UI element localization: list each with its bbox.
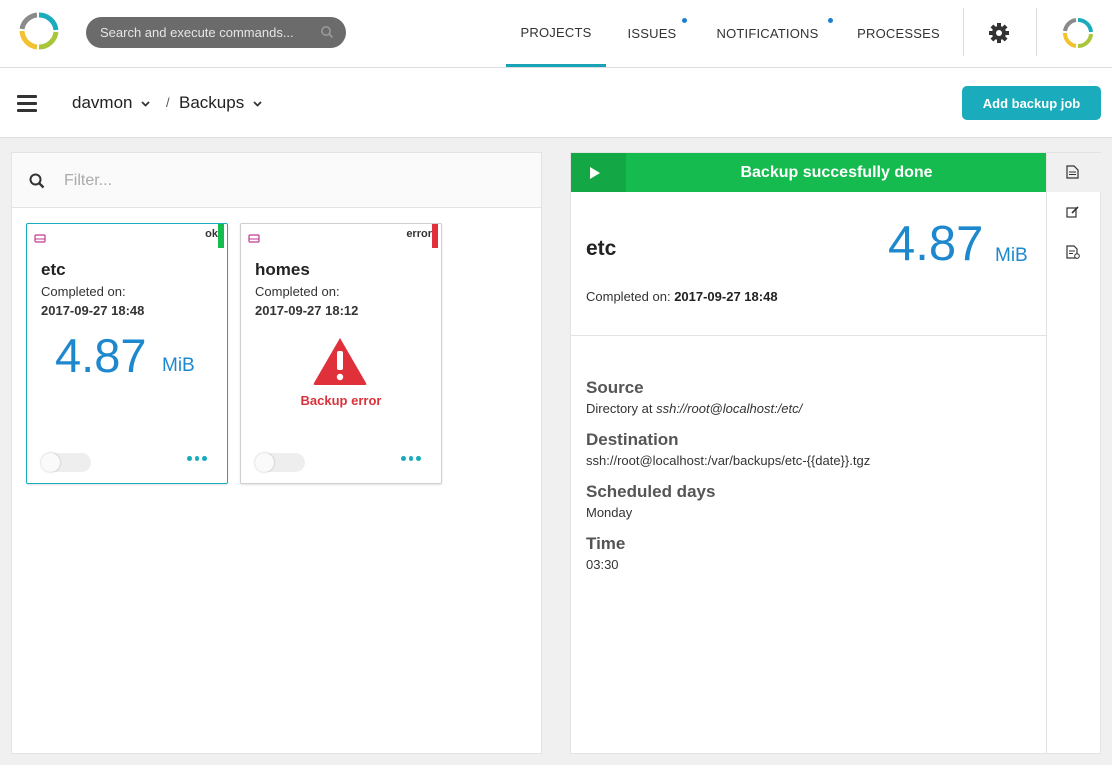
detail-job-name: etc [586,237,617,260]
nav-projects[interactable]: PROJECTS [506,0,606,67]
job-name: etc [41,260,66,279]
detail-completed-label: Completed on: [586,289,671,304]
breadcrumb-section-label: Backups [179,93,245,112]
job-size-value: 4.87 [55,329,147,382]
job-name: homes [255,260,310,279]
detail-completed: Completed on: 2017-09-27 18:48 [586,289,778,304]
edit-tab[interactable] [1047,193,1101,232]
detail-completed-date: 2017-09-27 18:48 [674,289,778,304]
source-prefix: Directory at [586,401,653,416]
destination-value: ssh://root@localhost:/var/backups/etc-{{… [586,453,871,468]
command-search-input[interactable] [100,23,305,42]
job-status-text: ok [205,228,218,240]
warning-icon [313,338,367,385]
job-completed-label: Completed on: [41,284,126,299]
chevron-down-icon [253,100,262,107]
nav-notifications[interactable]: NOTIFICATIONS [706,0,829,67]
breadcrumb-bar: davmon / Backups Add backup job [0,68,1112,138]
job-enabled-toggle[interactable] [255,453,305,472]
breadcrumb-separator: / [166,95,170,110]
job-error-text: Backup error [300,393,382,408]
more-options-icon[interactable] [401,456,422,462]
breadcrumb-project[interactable]: davmon [72,93,151,113]
scheduled-days-label: Scheduled days [586,482,716,501]
hamburger-icon[interactable] [17,95,37,112]
detail-divider [571,335,1046,336]
time-value: 03:30 [586,557,619,572]
app-logo-icon[interactable] [17,11,62,51]
topbar-divider [1036,8,1037,56]
nav-projects-label: PROJECTS [520,24,592,40]
logs-tab[interactable] [1047,233,1101,272]
gear-icon[interactable] [988,22,1010,44]
detail-size-unit: MiB [995,245,1028,266]
nav-processes[interactable]: PROCESSES [852,0,945,67]
log-icon [1066,245,1080,259]
time-label: Time [586,534,626,553]
job-completed-label: Completed on: [255,284,340,299]
breadcrumb-section[interactable]: Backups [179,93,262,113]
job-size-unit: MiB [162,355,195,376]
command-search[interactable] [86,17,346,48]
job-completed-date: 2017-09-27 18:48 [41,303,145,318]
user-avatar-icon[interactable] [1061,17,1095,49]
document-icon [1066,165,1079,179]
search-icon[interactable] [320,25,334,39]
notifications-unread-dot [828,18,833,23]
add-backup-job-button[interactable]: Add backup job [962,86,1101,120]
nav-notifications-label: NOTIFICATIONS [716,26,819,41]
filter-bar [12,153,541,208]
breadcrumb-project-label: davmon [72,93,133,112]
backup-job-card[interactable]: error homes Completed on: 2017-09-27 18:… [240,223,442,484]
destination-label: Destination [586,430,679,449]
nav-issues[interactable]: ISSUES [618,0,686,67]
search-icon [29,173,45,189]
detail-actions-sidebar [1046,153,1101,753]
backup-detail-panel: Backup succesfully done etc 4.87 MiB Com… [570,152,1101,754]
disk-icon [248,234,260,243]
top-bar: PROJECTS ISSUES NOTIFICATIONS PROCESSES [0,0,1112,68]
source-value: Directory at ssh://root@localhost:/etc/ [586,401,802,416]
job-status-indicator [218,224,224,248]
nav-processes-label: PROCESSES [857,26,940,41]
topbar-divider [963,8,964,56]
source-label: Source [586,378,644,397]
status-banner: Backup succesfully done [571,153,1047,192]
job-status-text: error [406,228,432,240]
run-backup-button[interactable] [571,153,626,192]
job-enabled-toggle[interactable] [41,453,91,472]
status-banner-text: Backup succesfully done [740,164,933,181]
backup-jobs-panel: ok etc Completed on: 2017-09-27 18:48 4.… [11,152,542,754]
detail-size-value: 4.87 [888,217,984,271]
toggle-knob [41,453,60,472]
issues-unread-dot [682,18,687,23]
job-completed-date: 2017-09-27 18:12 [255,303,359,318]
disk-icon [34,234,46,243]
backup-job-card[interactable]: ok etc Completed on: 2017-09-27 18:48 4.… [26,223,228,484]
scheduled-days-value: Monday [586,505,633,520]
play-icon [590,167,600,179]
edit-icon [1066,206,1079,218]
nav-issues-label: ISSUES [627,26,677,41]
toggle-knob [255,453,274,472]
source-path: ssh://root@localhost:/etc/ [656,401,803,416]
chevron-down-icon [141,100,151,107]
more-options-icon[interactable] [187,456,208,462]
details-tab[interactable] [1047,153,1101,192]
filter-input[interactable] [64,168,524,193]
job-status-indicator [432,224,438,248]
